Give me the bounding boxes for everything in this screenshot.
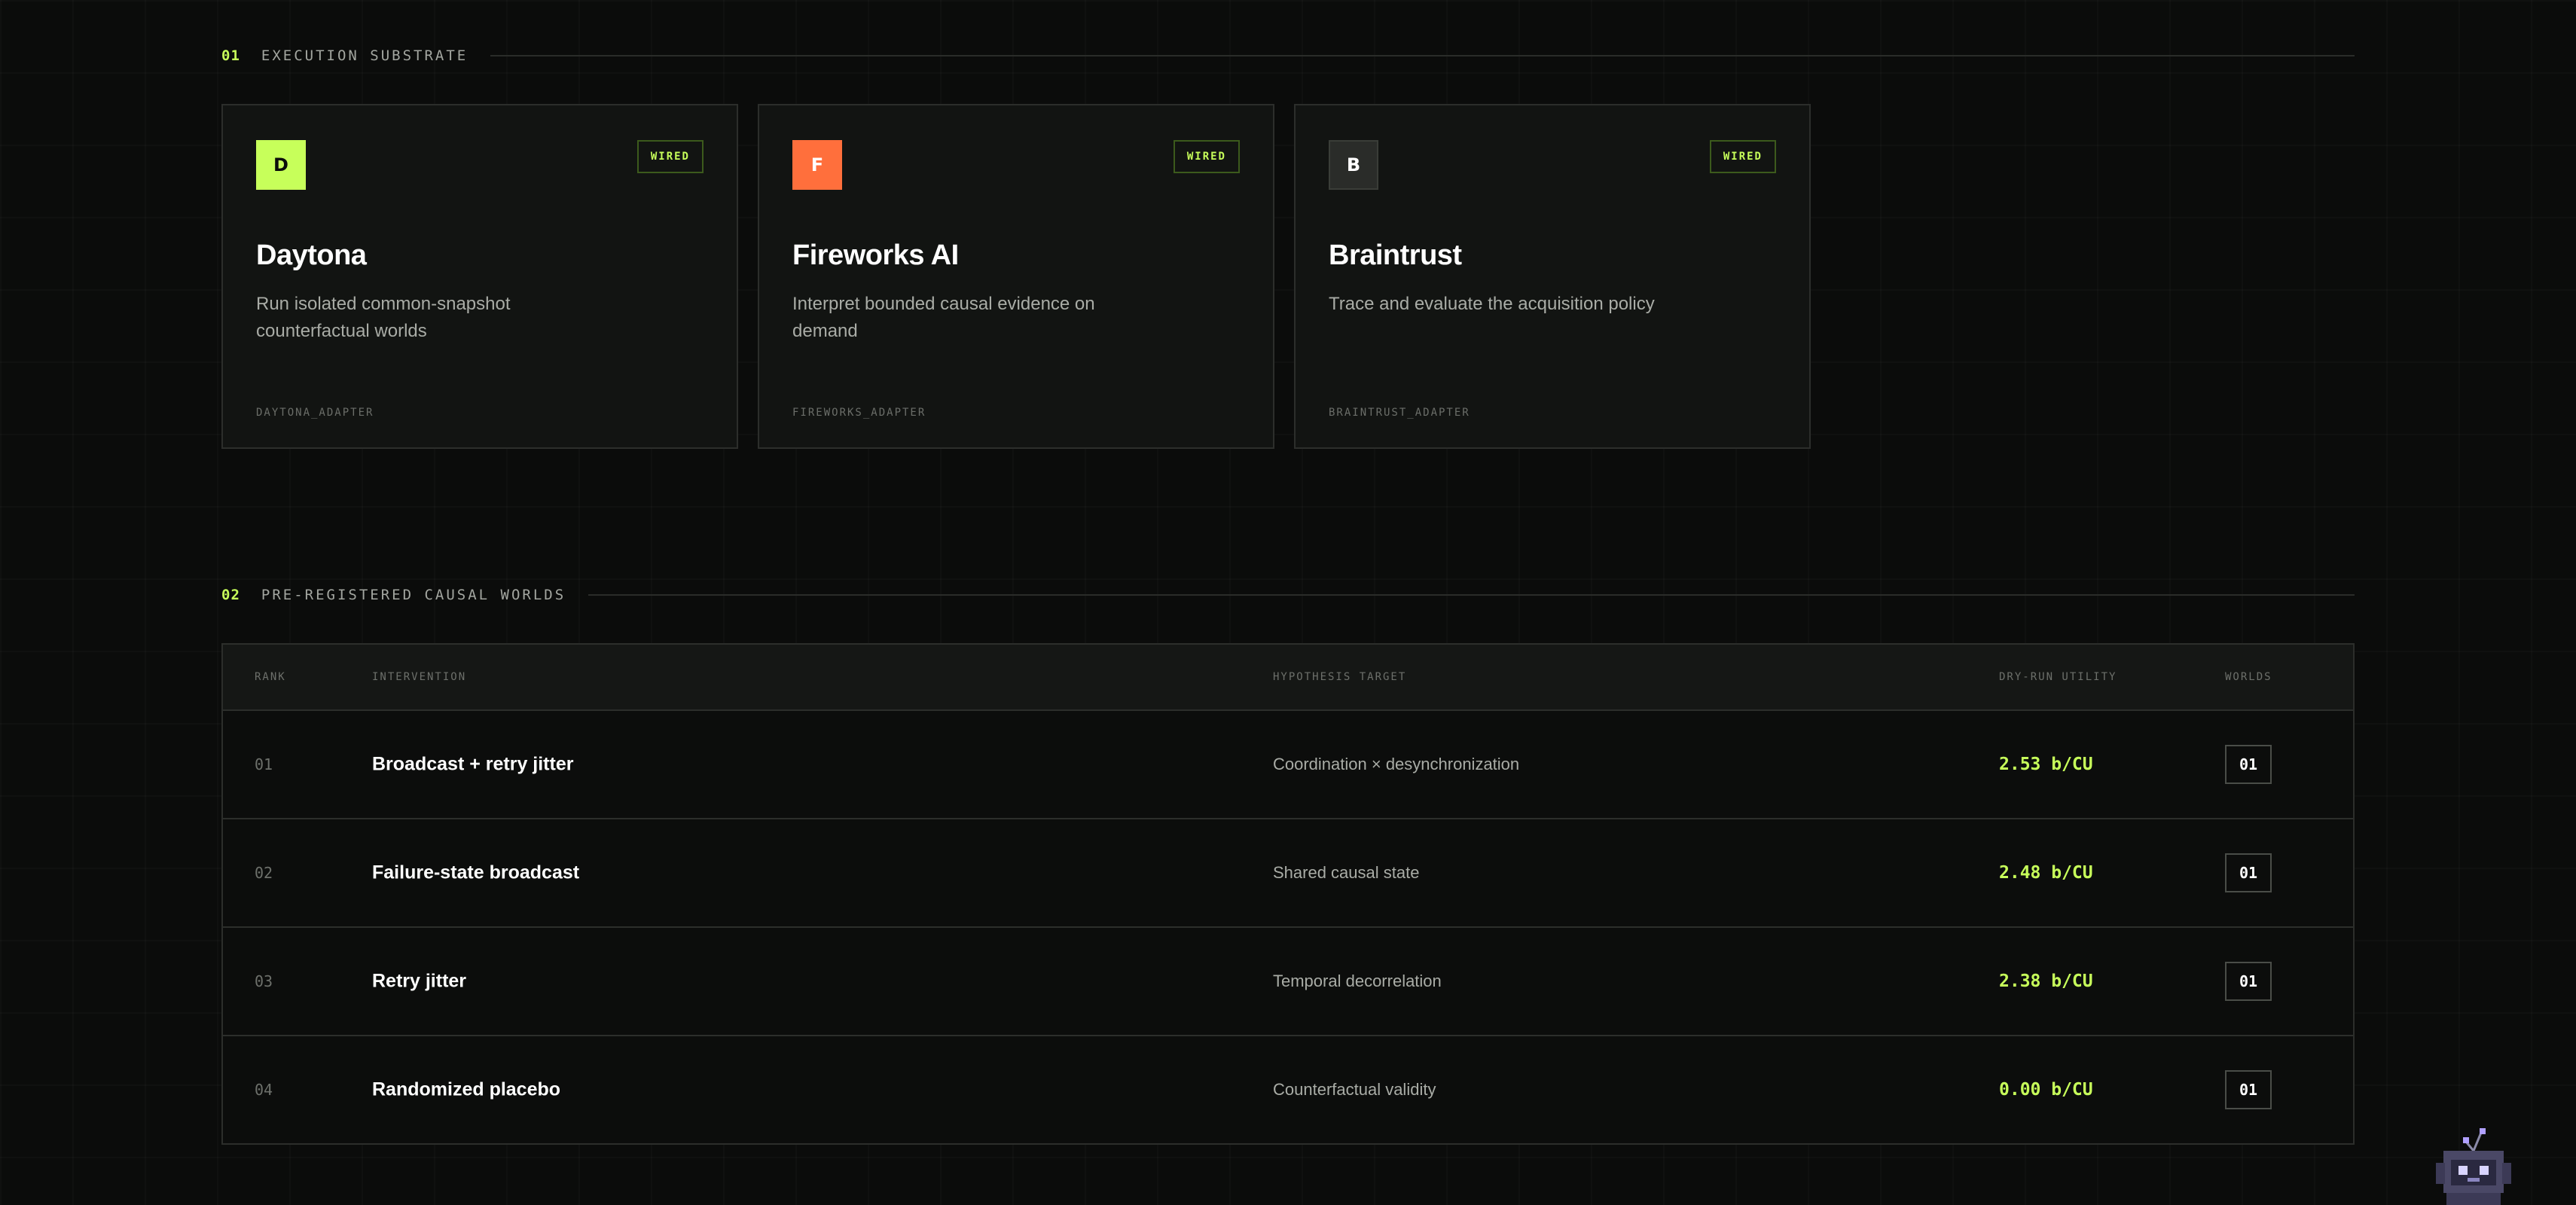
row-intervention: Broadcast + retry jitter [372, 753, 574, 775]
section-divider [490, 55, 2355, 56]
column-header-intervention: INTERVENTION [372, 671, 467, 683]
robot-mascot-icon[interactable] [2427, 1125, 2520, 1205]
row-rank: 02 [255, 864, 273, 882]
card-title: Fireworks AI [792, 239, 959, 271]
row-utility: 2.38 b/CU [1999, 972, 2093, 991]
causal-worlds-table: RANK INTERVENTION HYPOTHESIS TARGET DRY-… [221, 643, 2355, 1145]
row-hypothesis: Shared causal state [1273, 863, 1420, 882]
row-hypothesis: Counterfactual validity [1273, 1080, 1436, 1099]
status-badge: WIRED [636, 140, 704, 173]
row-rank: 03 [255, 972, 273, 990]
row-intervention: Failure-state broadcast [372, 862, 580, 883]
row-worlds-count[interactable]: 01 [2225, 962, 2272, 1001]
section-number: 01 [221, 47, 240, 64]
row-utility: 2.48 b/CU [1999, 863, 2093, 883]
card-title: Braintrust [1329, 239, 1462, 271]
section-divider [588, 594, 2355, 596]
row-hypothesis: Temporal decorrelation [1273, 972, 1442, 990]
card-description: Interpret bounded causal evidence on dem… [792, 294, 1095, 341]
provider-card-daytona[interactable]: D WIRED Daytona Run isolated common-snap… [221, 104, 738, 449]
section-title: PRE-REGISTERED CAUSAL WORLDS [261, 587, 566, 603]
row-rank: 01 [255, 755, 273, 773]
column-header-hypothesis: HYPOTHESIS TARGET [1273, 671, 1407, 683]
row-intervention: Randomized placebo [372, 1078, 561, 1100]
status-badge: WIRED [1709, 140, 1776, 173]
adapter-label: DAYTONA_ADAPTER [256, 407, 374, 419]
braintrust-logo-icon: B [1329, 140, 1378, 190]
adapter-label: BRAINTRUST_ADAPTER [1329, 407, 1470, 419]
section-title: EXECUTION SUBSTRATE [261, 47, 469, 64]
provider-card-fireworks[interactable]: F WIRED Fireworks AI Interpret bounded c… [758, 104, 1274, 449]
row-worlds-count[interactable]: 01 [2225, 853, 2272, 892]
section-number: 02 [221, 587, 240, 603]
provider-card-braintrust[interactable]: B WIRED Braintrust Trace and evaluate th… [1294, 104, 1811, 449]
adapter-label: FIREWORKS_ADAPTER [792, 407, 926, 419]
column-header-worlds: WORLDS [2225, 671, 2272, 683]
table-header: RANK INTERVENTION HYPOTHESIS TARGET DRY-… [223, 645, 2353, 711]
table-row[interactable]: 02 Failure-state broadcast Shared causal… [223, 819, 2353, 928]
row-utility: 0.00 b/CU [1999, 1080, 2093, 1100]
row-worlds-count[interactable]: 01 [2225, 1070, 2272, 1109]
table-row[interactable]: 04 Randomized placebo Counterfactual val… [223, 1036, 2353, 1143]
card-description: Run isolated common-snapshot counterfact… [256, 294, 511, 341]
table-row[interactable]: 03 Retry jitter Temporal decorrelation 2… [223, 928, 2353, 1036]
row-hypothesis: Coordination × desynchronization [1273, 755, 1520, 773]
column-header-utility: DRY-RUN UTILITY [1999, 671, 2117, 683]
fireworks-logo-icon: F [792, 140, 842, 190]
row-intervention: Retry jitter [372, 970, 467, 992]
column-header-rank: RANK [255, 671, 286, 683]
section-header-causal-worlds: 02 PRE-REGISTERED CAUSAL WORLDS [221, 583, 2355, 607]
daytona-logo-icon: D [256, 140, 306, 190]
card-description: Trace and evaluate the acquisition polic… [1329, 294, 1655, 314]
row-worlds-count[interactable]: 01 [2225, 745, 2272, 784]
status-badge: WIRED [1173, 140, 1240, 173]
section-header-execution-substrate: 01 EXECUTION SUBSTRATE [221, 44, 2355, 68]
row-rank: 04 [255, 1081, 273, 1099]
card-title: Daytona [256, 239, 367, 271]
table-row[interactable]: 01 Broadcast + retry jitter Coordination… [223, 711, 2353, 819]
provider-cards: D WIRED Daytona Run isolated common-snap… [221, 104, 1811, 449]
row-utility: 2.53 b/CU [1999, 755, 2093, 774]
